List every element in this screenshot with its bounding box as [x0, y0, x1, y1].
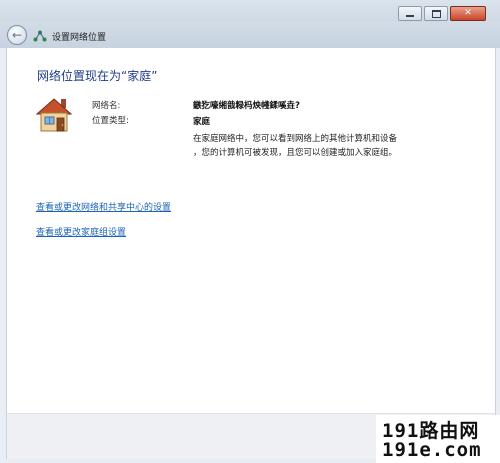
back-button[interactable]: ← — [7, 25, 27, 45]
location-type-label: 位置类型: — [92, 116, 129, 126]
back-arrow-icon: ← — [11, 27, 23, 42]
watermark-line-2: 191e.com — [382, 439, 482, 461]
description-line-1: 在家庭网络中，您可以看到网络上的其他计算机和设备 — [193, 134, 398, 144]
minimize-button[interactable] — [398, 6, 422, 21]
content-panel: 网络位置现在为“家庭” 网络名: 鏃犵嚎缃戠粶杩炴帴鍒嗘垚? 位置类型: 家庭 … — [6, 48, 496, 413]
network-icon — [33, 30, 47, 42]
setup-network-location-window: ← 设置网络位置 网络位置现在为“家庭” 网络名: 鏃犵嚎缃戠粶杩炴帴鍒嗘垚? … — [0, 0, 500, 463]
network-name-label: 网络名: — [92, 101, 121, 111]
page-heading: 网络位置现在为“家庭” — [37, 69, 158, 83]
navigation-bar: ← 设置网络位置 — [0, 22, 500, 48]
network-name-value: 鏃犵嚎缃戠粶杩炴帴鍒嗘垚? — [193, 101, 300, 111]
watermark: 191路由网 191e.com — [376, 415, 500, 463]
house-icon — [35, 98, 73, 132]
network-sharing-center-link[interactable]: 查看或更改网络和共享中心的设置 — [36, 200, 171, 213]
close-button[interactable] — [450, 6, 486, 21]
title-bar[interactable] — [0, 0, 500, 22]
maximize-button[interactable] — [424, 6, 448, 21]
window-controls — [396, 6, 486, 21]
window-title: 设置网络位置 — [52, 33, 107, 43]
location-type-value: 家庭 — [193, 117, 211, 127]
location-description: 在家庭网络中，您可以看到网络上的其他计算机和设备 ，您的计算机可被发现，且您可以… — [193, 132, 443, 160]
description-line-2: ，您的计算机可被发现，且您可以创建或加入家庭组。 — [193, 148, 398, 158]
homegroup-settings-link[interactable]: 查看或更改家庭组设置 — [36, 225, 126, 238]
